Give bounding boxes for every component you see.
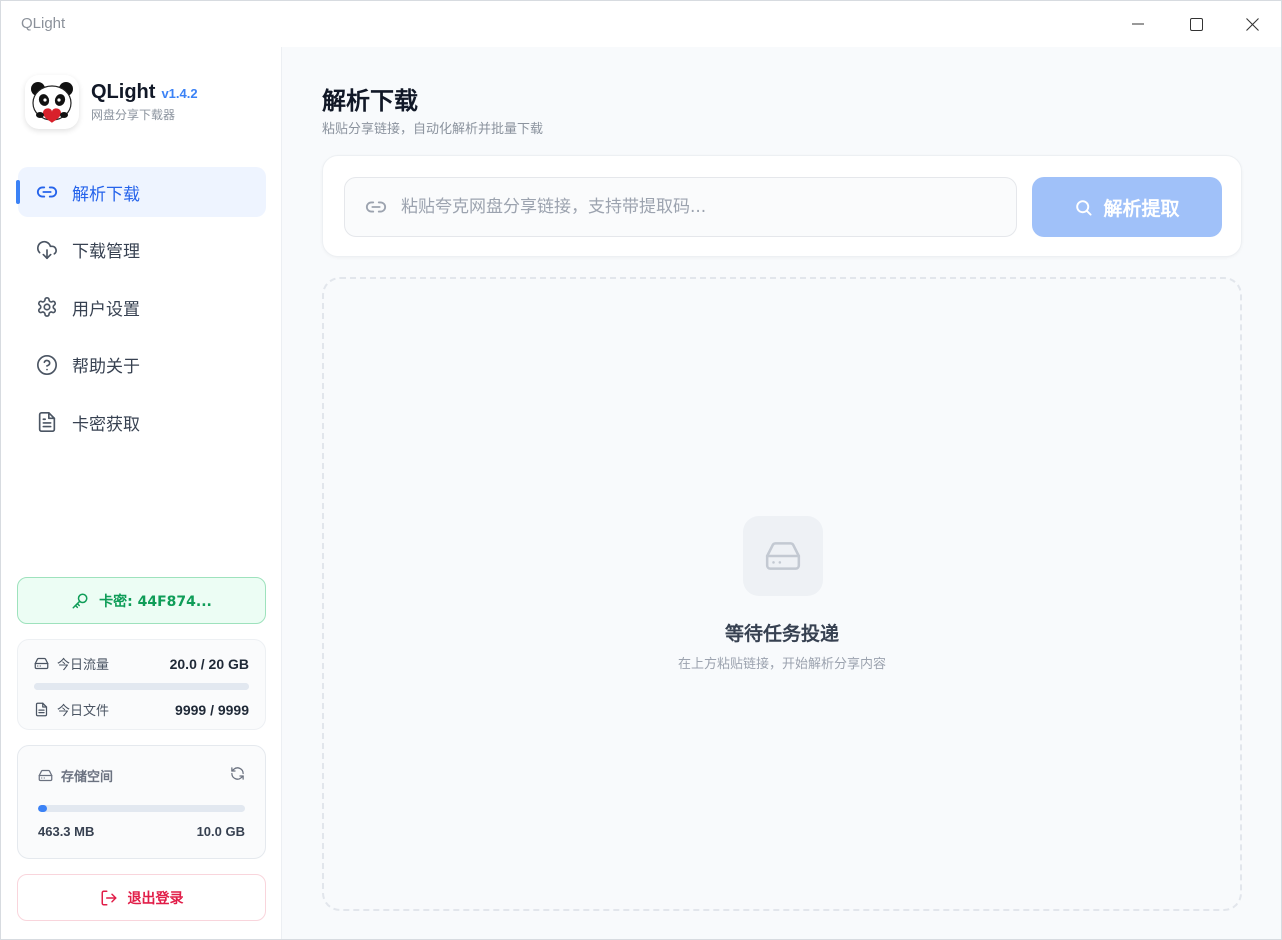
close-button[interactable] <box>1223 1 1281 47</box>
sidebar-item-card-key[interactable]: 卡密获取 <box>18 397 266 447</box>
window-title: QLight <box>21 15 66 32</box>
card-key-label: 卡密: 44F874... <box>99 593 212 610</box>
sidebar-item-parse-download[interactable]: 解析下载 <box>16 167 266 217</box>
brand-subtitle: 网盘分享下载器 <box>91 108 176 122</box>
sidebar: QLight v1.4.2 网盘分享下载器 解析下载 下载管理 用户设置 帮助关… <box>1 47 282 939</box>
storage-progress-bar <box>38 805 245 812</box>
logout-label: 退出登录 <box>127 890 184 907</box>
minimize-icon <box>1132 23 1144 25</box>
sidebar-item-label: 解析下载 <box>72 184 140 205</box>
maximize-button[interactable] <box>1167 1 1225 47</box>
link-input-card: 解析提取 <box>322 155 1242 257</box>
minimize-button[interactable] <box>1109 1 1167 47</box>
page-title: 解析下载 <box>322 87 418 115</box>
main-content: 解析下载 粘贴分享链接，自动化解析并批量下载 解析提取 等待任务投递 在上方粘贴… <box>282 47 1281 939</box>
brand: QLight v1.4.2 网盘分享下载器 <box>25 75 198 129</box>
help-circle-icon <box>36 354 58 376</box>
storage-total: 10.0 GB <box>196 824 245 839</box>
sidebar-item-user-settings[interactable]: 用户设置 <box>18 282 266 332</box>
traffic-label: 今日流量 <box>57 658 110 673</box>
parse-button-label: 解析提取 <box>1103 198 1180 220</box>
document-icon <box>36 411 58 433</box>
sidebar-item-label: 卡密获取 <box>72 414 140 435</box>
empty-drive-icon <box>743 516 823 596</box>
logout-icon <box>100 889 118 907</box>
logout-button[interactable]: 退出登录 <box>17 874 266 921</box>
sidebar-item-label: 用户设置 <box>72 299 140 320</box>
storage-label: 存储空间 <box>61 770 114 785</box>
panda-logo-icon <box>25 75 79 129</box>
title-bar: QLight <box>1 1 1281 47</box>
close-icon <box>1245 17 1259 31</box>
sidebar-item-label: 下载管理 <box>72 242 140 262</box>
version-badge: v1.4.2 <box>161 86 198 101</box>
files-label: 今日文件 <box>57 704 110 719</box>
file-icon <box>34 702 49 717</box>
traffic-value: 20.0 / 20 GB <box>169 655 249 672</box>
maximize-icon <box>1189 17 1203 31</box>
key-icon <box>71 592 89 610</box>
page-subtitle: 粘贴分享链接，自动化解析并批量下载 <box>322 122 544 137</box>
daily-usage-panel: 今日流量 20.0 / 20 GB 今日文件 9999 / 9999 <box>17 639 266 730</box>
files-value: 9999 / 9999 <box>175 701 249 718</box>
refresh-icon[interactable] <box>230 766 245 785</box>
brand-name: QLight <box>91 81 156 103</box>
parse-extract-button[interactable]: 解析提取 <box>1032 177 1222 237</box>
link-icon <box>365 196 387 218</box>
sidebar-nav: 解析下载 下载管理 用户设置 帮助关于 卡密获取 <box>16 167 266 455</box>
drive-icon <box>34 656 49 671</box>
traffic-progress-bar <box>34 683 249 690</box>
sidebar-item-download-manager[interactable]: 下载管理 <box>18 225 266 275</box>
search-icon <box>1074 198 1093 217</box>
cloud-download-icon <box>36 239 58 261</box>
storage-used: 463.3 MB <box>38 824 95 839</box>
empty-state-subtitle: 在上方粘贴链接，开始解析分享内容 <box>677 657 886 672</box>
sidebar-item-label: 帮助关于 <box>72 357 140 377</box>
app-window: QLight QLight v1.4.2 网盘分享下载器 解析下载 下载管理 用… <box>0 0 1282 940</box>
drive-icon <box>38 768 53 783</box>
gear-icon <box>36 296 58 318</box>
empty-state-title: 等待任务投递 <box>724 623 839 645</box>
link-icon <box>36 181 58 203</box>
link-input-box <box>344 177 1017 237</box>
card-key-button[interactable]: 卡密: 44F874... <box>17 577 266 624</box>
sidebar-item-help-about[interactable]: 帮助关于 <box>18 340 266 390</box>
share-link-input[interactable] <box>401 197 1001 217</box>
storage-panel: 存储空间 463.3 MB 10.0 GB <box>17 745 266 859</box>
task-empty-area: 等待任务投递 在上方粘贴链接，开始解析分享内容 <box>322 277 1242 911</box>
